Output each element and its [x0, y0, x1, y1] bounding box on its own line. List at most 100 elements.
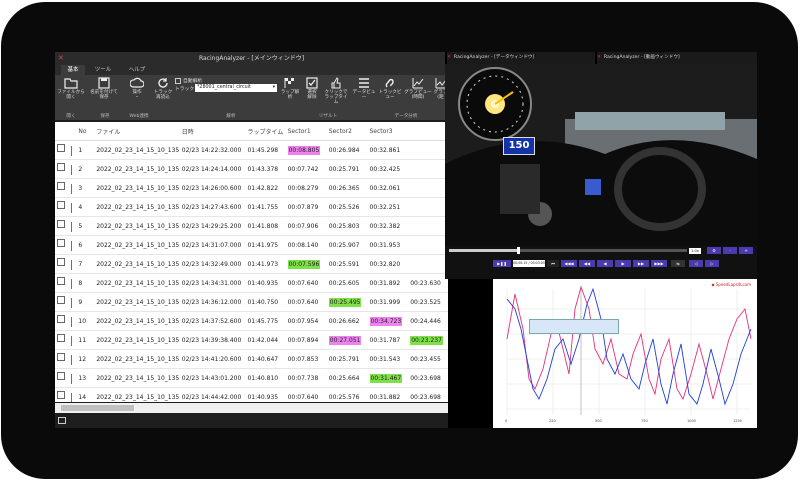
speed-rate-select[interactable]: 1.0x — [689, 248, 701, 254]
seek-handle[interactable] — [517, 247, 520, 254]
table-row[interactable]: 8 2022_02_23_14_15_10_135 02/23 14:34:31.0… — [55, 273, 448, 293]
track-select[interactable]: *28001_central_circuit ▾ — [195, 84, 277, 92]
table-row[interactable]: 10 2022_02_23_14_15_10_135 02/23 14:37:52.… — [55, 311, 448, 331]
settings-button[interactable]: ⚙ — [707, 247, 721, 254]
table-row[interactable]: 2 2022_02_23_14_15_10_135 02/23 14:24:14.0… — [55, 159, 448, 179]
row-checkbox[interactable] — [57, 391, 65, 400]
table-row[interactable]: 13 2022_02_23_14_15_10_135 02/23 14:43:01.… — [55, 368, 448, 388]
checkbox[interactable] — [55, 387, 77, 402]
lap-analysis-button[interactable]: ラップ解析 — [279, 77, 301, 100]
table-row[interactable]: 6 2022_02_23_14_15_10_135 02/23 14:31:07.0… — [55, 235, 448, 255]
checkbox[interactable] — [55, 140, 77, 160]
column-header[interactable] — [408, 122, 448, 141]
rewind-button[interactable]: ◀◀ — [579, 260, 595, 267]
auto-analysis-checkbox[interactable]: 自動解析 — [175, 77, 202, 84]
row-sector4 — [408, 178, 448, 198]
track-view-button[interactable]: トラックビュー — [377, 77, 403, 100]
row-marker — [71, 392, 72, 402]
checkbox[interactable] — [55, 197, 77, 217]
row-checkbox[interactable] — [57, 239, 65, 248]
row-checkbox[interactable] — [57, 163, 65, 172]
row-checkbox[interactable] — [57, 220, 65, 229]
minus-button[interactable]: - — [723, 247, 737, 254]
tab-help[interactable]: ヘルプ — [125, 65, 149, 75]
tab-basic[interactable]: 基本 — [61, 65, 85, 75]
horizontal-scrollbar[interactable] — [55, 403, 448, 413]
checkbox[interactable] — [55, 349, 77, 369]
play-pause-button[interactable]: ▶❚❚ — [493, 260, 511, 267]
rewind-far-button[interactable]: ◀◀◀ — [561, 260, 577, 267]
frame-icon[interactable]: ⏮ — [547, 260, 559, 267]
table-row[interactable]: 5 2022_02_23_14_15_10_135 02/23 14:29:25.2… — [55, 216, 448, 236]
checkbox[interactable] — [55, 235, 77, 255]
next-lap-button[interactable]: ▷ — [705, 260, 719, 267]
checkbox[interactable] — [55, 292, 77, 312]
row-date-value: 02/23 14:44:42.000 — [181, 393, 242, 401]
column-header[interactable]: 日時 — [179, 122, 246, 141]
column-header[interactable]: ファイル — [94, 122, 180, 141]
table-row[interactable]: 12 2022_02_23_14_15_10_135 02/23 14:41:20.… — [55, 349, 448, 369]
checkbox[interactable] — [55, 311, 77, 331]
row-no-value: 6 — [78, 241, 83, 249]
plus-button[interactable]: + — [739, 247, 753, 254]
checkbox[interactable] — [55, 273, 77, 293]
row-checkbox[interactable] — [57, 315, 65, 324]
column-header[interactable]: No — [76, 122, 95, 141]
table-row[interactable]: 3 2022_02_23_14_15_10_135 02/23 14:26:00.6… — [55, 178, 448, 198]
column-header[interactable] — [55, 122, 77, 141]
onboard-video[interactable]: 150 — [445, 64, 757, 246]
column-header[interactable]: Sector1 — [285, 122, 327, 141]
column-header[interactable]: Sector3 — [367, 122, 409, 141]
select-release-button[interactable]: 選択 解除 — [303, 77, 321, 100]
close-icon[interactable]: ✕ — [597, 55, 601, 60]
row-checkbox[interactable] — [57, 144, 65, 153]
table-row[interactable]: 9 2022_02_23_14_15_10_135 02/23 14:36:12.0… — [55, 292, 448, 312]
prev-lap-button[interactable]: ◁ — [689, 260, 703, 267]
open-file-button[interactable]: ファイルから 開く — [57, 77, 85, 100]
row-checkbox[interactable] — [57, 353, 65, 362]
table-row[interactable]: 4 2022_02_23_14_15_10_135 02/23 14:27:43.6… — [55, 197, 448, 217]
close-icon[interactable]: ✕ — [58, 52, 64, 65]
row-sector2-value: 00:25.576 — [328, 393, 360, 401]
row-checkbox[interactable] — [57, 334, 65, 343]
row-checkbox[interactable] — [57, 201, 65, 210]
table-row[interactable]: 7 2022_02_23_14_15_10_135 02/23 14:32:49.0… — [55, 254, 448, 274]
tab-tools[interactable]: ツール — [91, 65, 115, 75]
table-row[interactable]: 14 2022_02_23_14_15_10_135 02/23 14:44:42.… — [55, 387, 448, 402]
step-back-button[interactable]: ◀ — [597, 260, 613, 267]
row-laptime: 01:40.935 — [245, 387, 286, 402]
row-checkbox[interactable] — [57, 372, 65, 381]
forward-far-button[interactable]: ▶▶▶ — [651, 260, 667, 267]
sync-icon[interactable]: ⇆ — [671, 260, 685, 267]
row-sector4: 00:23.455 — [408, 349, 448, 369]
track-reload-button[interactable]: トラック 再読込 — [152, 77, 174, 100]
track-icon — [385, 78, 394, 88]
table-row[interactable]: 11 2022_02_23_14_15_10_135 02/23 14:39:38.… — [55, 330, 448, 350]
row-no: 8 — [76, 273, 95, 293]
checkbox[interactable] — [55, 254, 77, 274]
close-icon[interactable]: ✕ — [447, 55, 451, 60]
checkbox[interactable] — [55, 368, 77, 388]
data-view-button[interactable]: データビュー — [351, 77, 377, 100]
row-sector2: 00:25.803 — [326, 216, 368, 236]
row-checkbox[interactable] — [57, 277, 65, 286]
column-header[interactable]: ラップタイム — [245, 122, 286, 141]
seek-bar[interactable] — [449, 249, 687, 252]
column-header[interactable]: Sector2 — [326, 122, 368, 141]
checkbox[interactable] — [55, 178, 77, 198]
web-link-button[interactable]: 操作 ・ — [125, 77, 149, 100]
row-checkbox[interactable] — [57, 258, 65, 267]
forward-button[interactable]: ▶▶ — [633, 260, 649, 267]
table-row[interactable]: 1 2022_02_23_14_15_10_135 02/23 14:22:32.0… — [55, 140, 448, 160]
graph-view-time-button[interactable]: グラフビュー (時間) — [404, 77, 432, 100]
checkbox[interactable] — [55, 159, 77, 179]
click-laptime-button[interactable]: クリックで ラップタイム — [323, 77, 349, 105]
scrollbar-thumb[interactable] — [61, 405, 134, 411]
row-checkbox[interactable] — [57, 296, 65, 305]
checkered-flag-icon — [284, 78, 294, 88]
checkbox[interactable] — [55, 216, 77, 236]
save-as-button[interactable]: 名前を付けて 保存 — [88, 77, 120, 100]
step-forward-button[interactable]: ▶ — [615, 260, 631, 267]
row-checkbox[interactable] — [57, 182, 65, 191]
checkbox[interactable] — [55, 330, 77, 350]
